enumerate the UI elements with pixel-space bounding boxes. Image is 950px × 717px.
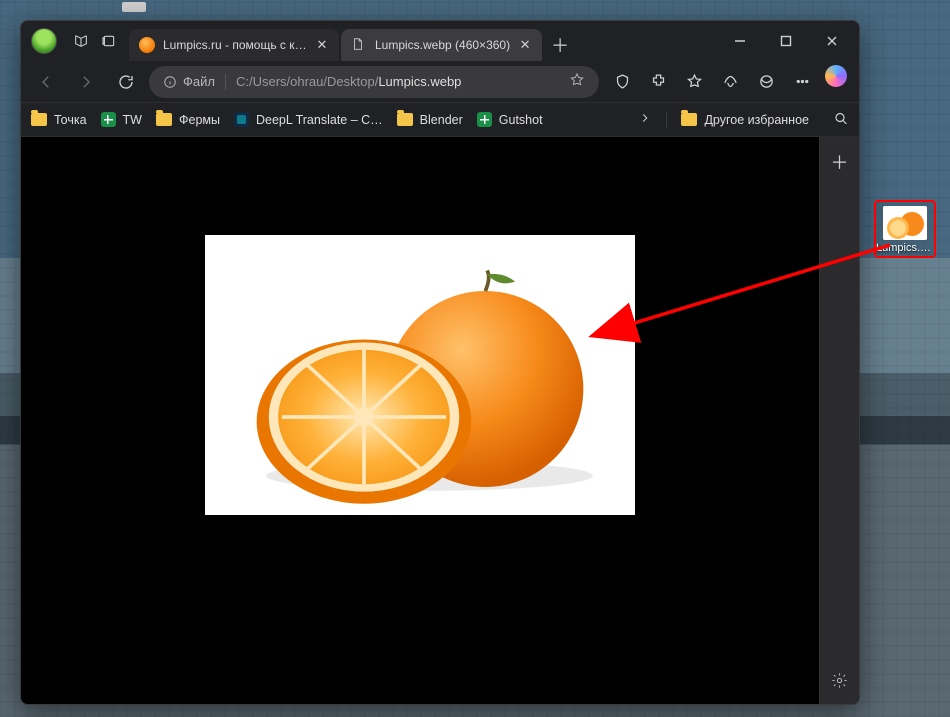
- bookmark-label: Gutshot: [499, 113, 543, 127]
- browser-window: Lumpics.ru - помощь с компьют ✕ Lumpics.…: [20, 20, 860, 705]
- back-button[interactable]: [29, 65, 63, 99]
- address-path-prefix: C:/Users/ohrau/Desktop/: [236, 74, 378, 89]
- profile-avatar[interactable]: [31, 28, 57, 54]
- address-separator: [225, 74, 226, 90]
- tab-image-file[interactable]: Lumpics.webp (460×360) ✕: [341, 29, 542, 61]
- folder-icon: [31, 113, 47, 126]
- sidebar-settings-icon[interactable]: [831, 672, 848, 694]
- desktop-file-icon[interactable]: Lumpics.w…: [874, 200, 936, 258]
- tab-lumpics-site[interactable]: Lumpics.ru - помощь с компьют ✕: [129, 29, 339, 61]
- close-window-button[interactable]: [809, 21, 855, 61]
- bookmark-item[interactable]: DeepL Translate – C…: [234, 112, 383, 127]
- tab-actions-icon[interactable]: [95, 21, 123, 61]
- bookmarks-divider: [666, 111, 667, 129]
- favicon-file-icon: [351, 37, 367, 53]
- bookmarks-bar: Точка TW Фермы DeepL Translate – C… Blen…: [21, 103, 859, 137]
- site-info-chip[interactable]: Файл: [163, 74, 215, 89]
- bookmark-item[interactable]: TW: [101, 112, 142, 127]
- toolbar-right-icons: [605, 65, 851, 99]
- tab-label: Lumpics.ru - помощь с компьют: [163, 38, 307, 52]
- folder-icon: [156, 113, 172, 126]
- deepl-icon: [234, 112, 249, 127]
- other-favorites[interactable]: Другое избранное: [681, 113, 809, 127]
- sheets-icon: [477, 112, 492, 127]
- bookmark-label: Фермы: [179, 113, 220, 127]
- bookmark-item[interactable]: Фермы: [156, 113, 220, 127]
- other-favorites-label: Другое избранное: [704, 113, 809, 127]
- close-tab-icon[interactable]: ✕: [518, 38, 532, 52]
- edge-sidebar: ＋: [819, 137, 859, 704]
- favorites-icon[interactable]: [677, 65, 711, 99]
- favicon-orange-icon: [139, 37, 155, 53]
- bookmark-label: TW: [123, 113, 142, 127]
- sidebar-add-icon[interactable]: ＋: [831, 149, 849, 175]
- tab-strip: Lumpics.ru - помощь с компьют ✕ Lumpics.…: [129, 21, 717, 61]
- titlebar: Lumpics.ru - помощь с компьют ✕ Lumpics.…: [21, 21, 859, 61]
- folder-icon: [397, 113, 413, 126]
- shield-icon[interactable]: [605, 65, 639, 99]
- desktop-top-indicator: [122, 2, 146, 12]
- minimize-button[interactable]: [717, 21, 763, 61]
- desktop-file-thumbnail: [883, 206, 927, 240]
- bookmark-item[interactable]: Blender: [397, 113, 463, 127]
- bookmark-label: Blender: [420, 113, 463, 127]
- bookmarks-overflow-icon[interactable]: [638, 111, 652, 128]
- new-tab-button[interactable]: ＋: [544, 29, 576, 61]
- bookmark-item[interactable]: Точка: [31, 113, 87, 127]
- more-menu-icon[interactable]: [785, 65, 819, 99]
- favorite-star-icon[interactable]: [569, 72, 585, 91]
- address-type-label: Файл: [183, 74, 215, 89]
- bookmark-label: DeepL Translate – C…: [256, 113, 383, 127]
- desktop-file-label: Lumpics.w…: [876, 242, 934, 254]
- address-path-file: Lumpics.webp: [378, 74, 461, 89]
- tab-label: Lumpics.webp (460×360): [375, 38, 510, 52]
- folder-icon: [681, 113, 697, 126]
- performance-icon[interactable]: [713, 65, 747, 99]
- maximize-button[interactable]: [763, 21, 809, 61]
- forward-button[interactable]: [69, 65, 103, 99]
- displayed-image[interactable]: [205, 235, 635, 515]
- search-favorites-icon[interactable]: [833, 110, 849, 130]
- workspaces-icon[interactable]: [67, 21, 95, 61]
- reload-button[interactable]: [109, 65, 143, 99]
- address-bar[interactable]: Файл C:/Users/ohrau/Desktop/Lumpics.webp: [149, 66, 599, 98]
- page-viewport[interactable]: [21, 137, 819, 704]
- bookmark-label: Точка: [54, 113, 87, 127]
- address-path: C:/Users/ohrau/Desktop/Lumpics.webp: [236, 74, 559, 89]
- bookmark-item[interactable]: Gutshot: [477, 112, 543, 127]
- toolbar: Файл C:/Users/ohrau/Desktop/Lumpics.webp: [21, 61, 859, 103]
- copilot-icon[interactable]: [825, 65, 847, 87]
- window-controls: [717, 21, 855, 61]
- extensions-icon[interactable]: [641, 65, 675, 99]
- sheets-icon: [101, 112, 116, 127]
- close-tab-icon[interactable]: ✕: [315, 38, 329, 52]
- ie-mode-icon[interactable]: [749, 65, 783, 99]
